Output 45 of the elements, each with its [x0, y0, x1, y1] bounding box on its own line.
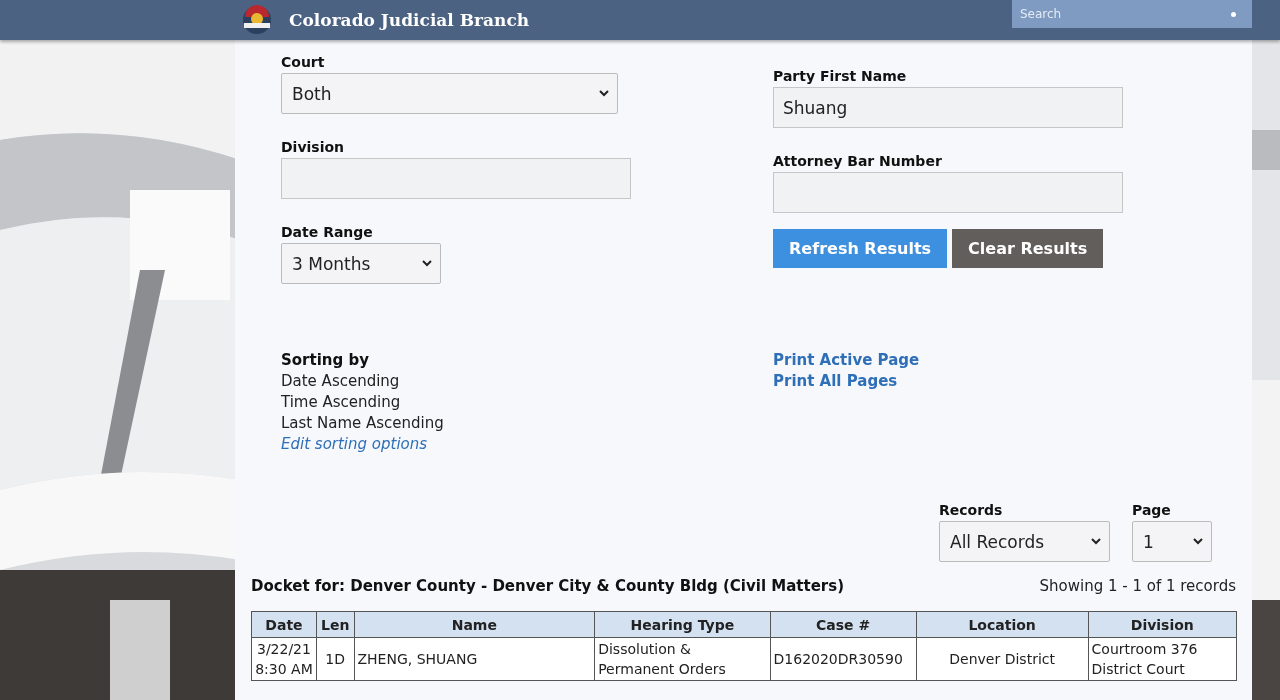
select-field[interactable]: Both [281, 73, 618, 114]
field-label: Division [281, 138, 346, 156]
select-field[interactable]: 3 Months [281, 243, 441, 284]
chevron-down-icon [1091, 538, 1101, 545]
record-count: Showing 1 - 1 of 1 records [1039, 576, 1236, 597]
table-cell: Denver District [916, 637, 1089, 681]
column-header: Date [251, 611, 317, 638]
chevron-down-icon [1193, 538, 1203, 545]
field-label: Party First Name [773, 67, 908, 85]
edit-sorting-link[interactable]: Edit sorting options [281, 434, 428, 455]
clear-button[interactable]: Clear Results [952, 229, 1104, 268]
input-field[interactable]: Shuang [773, 87, 1123, 128]
select-field[interactable]: All Records [939, 521, 1110, 562]
table-cell: D162020DR30590 [770, 637, 917, 681]
column-header: Hearing Type [594, 611, 771, 638]
select-field[interactable]: 1 [1132, 521, 1212, 562]
input-field[interactable] [281, 158, 631, 199]
column-header: Division [1088, 611, 1237, 638]
field-label: Attorney Bar Number [773, 152, 943, 170]
field-label: Date Range [281, 223, 374, 241]
table-cell: ZHENG, SHUANG [354, 637, 595, 681]
sorting-rule: Time Ascending [281, 392, 401, 413]
search-field[interactable]: Search [1012, 0, 1252, 28]
print-link[interactable]: Print All Pages [773, 371, 898, 392]
sorting-heading: Sorting by [281, 350, 369, 371]
docket-title: Docket for: Denver County - Denver City & County Bldg (Civil Matters) [251, 576, 845, 597]
sorting-rule: Last Name Ascending [281, 413, 444, 434]
chevron-down-icon [599, 90, 609, 97]
column-header: Len [316, 611, 354, 638]
table-cell: Dissolution & Permanent Orders [594, 637, 771, 681]
logo-icon [240, 5, 274, 35]
site-title: Colorado Judicial Branch [289, 10, 531, 30]
column-header: Location [916, 611, 1089, 638]
table-cell: Courtroom 376 District Court [1088, 637, 1237, 681]
table-cell: 1D [316, 637, 354, 681]
sorting-rule: Date Ascending [281, 371, 400, 392]
table-cell: 3/22/21 8:30 AM [251, 637, 317, 681]
column-header: Case # [770, 611, 917, 638]
field-label: Court [281, 53, 326, 71]
field-label: Records [939, 501, 1003, 519]
column-header: Name [354, 611, 595, 638]
print-link[interactable]: Print Active Page [773, 350, 920, 371]
field-label: Page [1132, 501, 1171, 519]
input-field[interactable] [773, 172, 1123, 213]
chevron-down-icon [422, 260, 432, 267]
